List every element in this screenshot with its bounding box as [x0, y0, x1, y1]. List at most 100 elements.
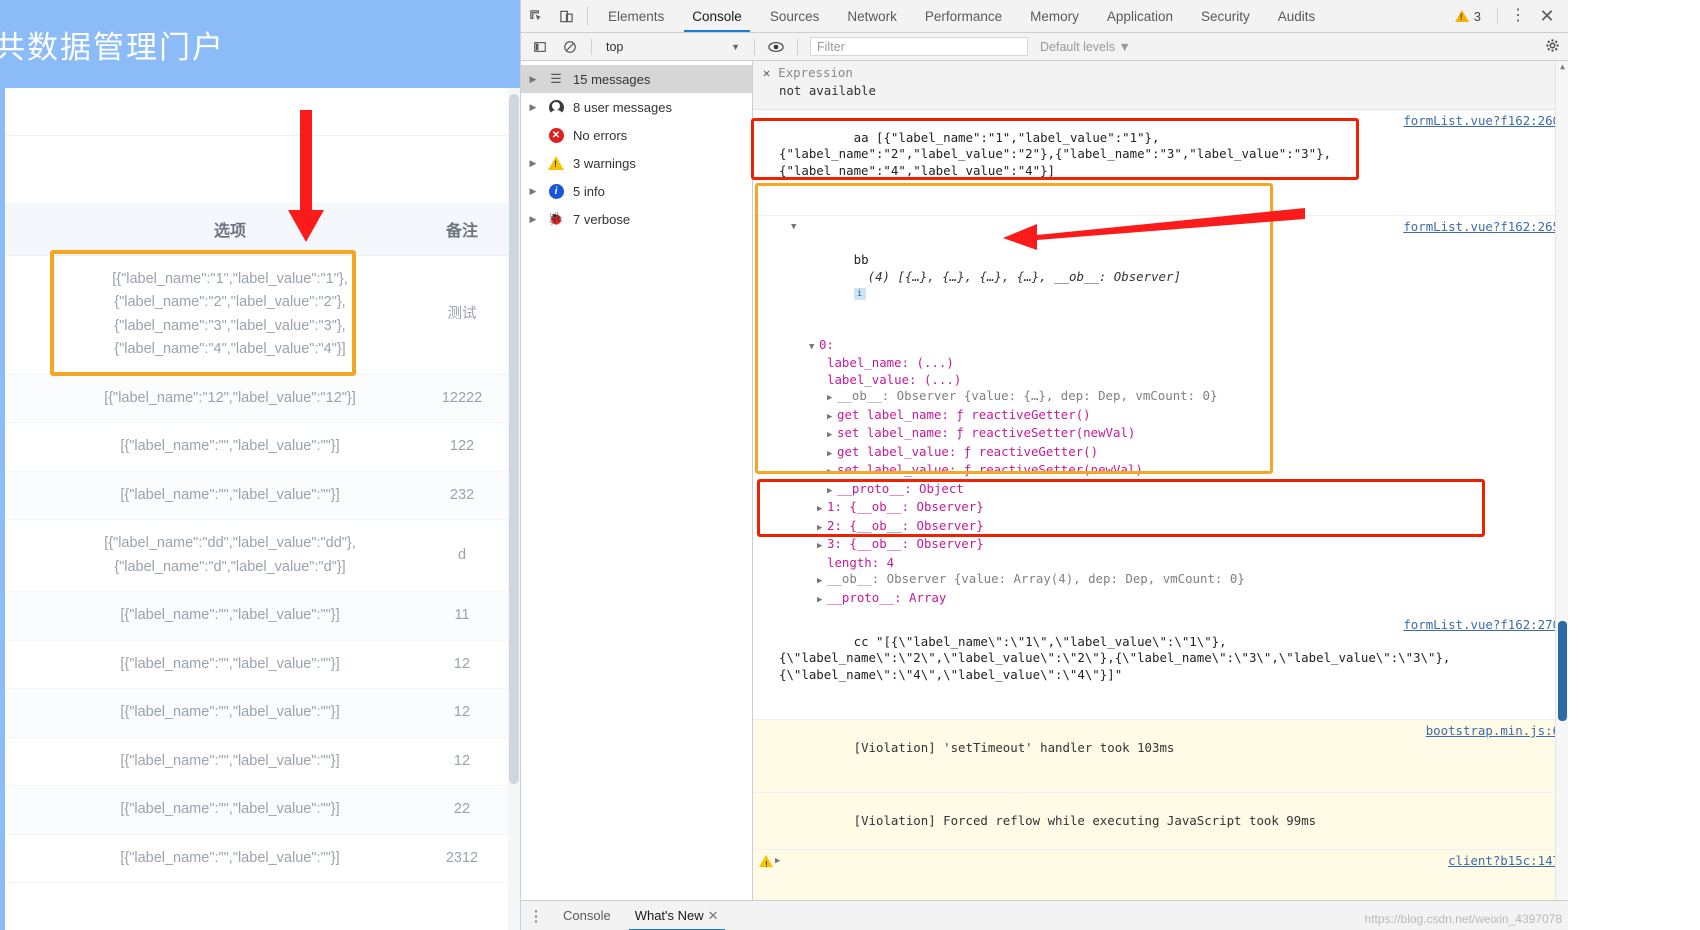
table-row[interactable]: [{"label_name":"","label_value":""}] 12 [0, 737, 520, 787]
sidebar-item-messages[interactable]: ▶ ☰ 15 messages [521, 65, 752, 93]
close-drawer-tab-icon[interactable]: ✕ [708, 908, 719, 924]
tab-network[interactable]: Network [833, 0, 911, 32]
console-log-bb[interactable]: ▼ bb (4) [{…}, {…}, {…}, {…}, __ob__: Ob… [753, 216, 1568, 335]
chevron-right-icon[interactable]: ▶ [527, 74, 539, 85]
table-row[interactable]: [{"label_name":"1","label_value":"1"}, {… [0, 255, 520, 375]
console-log-aa[interactable]: aa [{"label_name":"1","label_value":"1"}… [753, 110, 1568, 216]
tab-console[interactable]: Console [678, 0, 756, 32]
violation-source[interactable]: bootstrap.min.js:6 [1426, 723, 1560, 740]
page-scrollbar-thumb[interactable] [509, 94, 519, 784]
table-row[interactable]: [{"label_name":"","label_value":""}] 231… [0, 834, 520, 884]
object-tree-line[interactable]: ▶ __proto__: Array [779, 590, 1558, 609]
inspect-element-icon[interactable] [521, 0, 551, 32]
warning-count-badge[interactable]: 3 [1447, 9, 1489, 24]
expand-caret-icon[interactable]: ▶ [827, 409, 837, 426]
console-filter-input[interactable]: Filter [810, 37, 1028, 56]
live-expression-row[interactable]: ✕ Expression [753, 64, 1568, 83]
tab-sources[interactable]: Sources [756, 0, 834, 32]
expand-caret-icon[interactable]: ▶ [827, 446, 837, 463]
sidebar-item-user-messages[interactable]: ▶ 8 user messages [521, 93, 752, 121]
table-row[interactable]: [{"label_name":"","label_value":""}] 12 [0, 688, 520, 738]
object-tree-line[interactable]: ▶ __ob__: Observer {value: Array(4), dep:… [779, 571, 1558, 590]
more-tools-icon[interactable]: ⋮ [521, 907, 551, 925]
table-row[interactable]: [{"label_name":"","label_value":""}] 12 [0, 640, 520, 690]
page-vertical-scrollbar[interactable] [508, 88, 520, 930]
console-log-violation-reflow[interactable]: [Violation] Forced reflow while executin… [753, 793, 1568, 850]
expand-caret-icon[interactable]: ▶ [827, 483, 837, 500]
console-log-violation-settimeout[interactable]: [Violation] 'setTimeout' handler took 10… [753, 720, 1568, 793]
tab-performance[interactable]: Performance [911, 0, 1016, 32]
expand-caret-icon[interactable]: ▶ [827, 427, 837, 444]
info-badge-icon[interactable]: i [853, 287, 866, 300]
settings-gear-icon[interactable] [1545, 38, 1560, 56]
object-tree-line[interactable]: ▶ set label_name: ƒ reactiveSetter(newVal… [779, 425, 1558, 444]
object-tree-line[interactable]: ▶ set label_value: ƒ reactiveSetter(newVa… [779, 462, 1558, 481]
table-row[interactable]: [{"label_name":"","label_value":""}] 11 [0, 591, 520, 641]
console-log-bb-source[interactable]: formList.vue?f162:265 [1403, 219, 1560, 236]
expand-caret-icon[interactable]: ▶ [817, 592, 827, 609]
tab-elements[interactable]: Elements [594, 0, 678, 32]
execution-context-select[interactable]: top ▼ [598, 40, 748, 54]
expand-caret-icon[interactable]: ▶ [817, 501, 827, 518]
object-tree-line[interactable]: ▶ __ob__: Observer {value: {…}, dep: Dep,… [779, 388, 1558, 407]
table-row[interactable]: [{"label_name":"dd","label_value":"dd"},… [0, 519, 520, 593]
expand-caret-icon[interactable]: ▶ [817, 538, 827, 555]
sidebar-item-verbose[interactable]: ▶ 🐞 7 verbose [521, 205, 752, 233]
drawer-tab-whats-new[interactable]: What's New ✕ [623, 901, 731, 930]
live-expression-eye-icon[interactable] [761, 41, 791, 53]
object-tree-line[interactable]: ▶ get label_value: ƒ reactiveGetter() [779, 444, 1558, 463]
sidebar-item-errors[interactable]: ✕ No errors [521, 121, 752, 149]
console-vertical-scrollbar[interactable]: ▲ ▼ [1555, 61, 1568, 930]
expand-caret-icon[interactable]: ▶ [817, 573, 827, 590]
tab-application[interactable]: Application [1093, 0, 1187, 32]
more-options-icon[interactable]: ⋮ [1506, 8, 1530, 24]
table-row[interactable]: [{"label_name":"","label_value":""}] 22 [0, 785, 520, 835]
column-header-option[interactable]: 选项 [56, 203, 404, 256]
scroll-up-arrow-icon[interactable]: ▲ [1556, 61, 1568, 74]
column-header-remark[interactable]: 备注 [404, 203, 520, 256]
expand-caret-icon[interactable]: ▶ [827, 464, 837, 481]
object-tree-line[interactable]: ▶ 2: {__ob__: Observer} [779, 518, 1558, 537]
close-icon[interactable]: ✕ [763, 65, 770, 82]
expand-caret-icon[interactable]: ▶ [827, 390, 837, 407]
expand-caret-icon[interactable]: ▶ [775, 853, 780, 870]
row-index-cell [0, 374, 56, 424]
object-tree-line[interactable]: ▶ 1: {__ob__: Observer} [779, 499, 1558, 518]
console-log-area: ✕ Expression not available aa [{"label_n… [753, 61, 1568, 930]
drawer-tab-console[interactable]: Console [551, 901, 623, 930]
log-levels-dropdown[interactable]: Default levels ▼ [1040, 40, 1131, 54]
expand-caret-icon[interactable]: ▼ [791, 219, 801, 236]
warning-icon [546, 156, 566, 170]
chevron-right-icon[interactable]: ▶ [527, 214, 539, 225]
console-scrollbar-thumb[interactable] [1558, 621, 1567, 721]
row-index-cell [0, 471, 56, 521]
device-toolbar-icon[interactable] [551, 0, 581, 32]
chevron-right-icon[interactable]: ▶ [527, 158, 539, 169]
chevron-right-icon[interactable]: ▶ [527, 102, 539, 113]
sidebar-item-info[interactable]: ▶ i 5 info [521, 177, 752, 205]
object-tree-line[interactable]: ▼ 0: [779, 337, 1558, 356]
expand-caret-icon[interactable]: ▼ [809, 339, 819, 356]
wds-warning-source[interactable]: client?b15c:147 [1448, 853, 1560, 870]
console-log-cc[interactable]: cc "[{\"label_name\":\"1\",\"label_value… [753, 614, 1568, 720]
sidebar-item-warnings[interactable]: ▶ 3 warnings [521, 149, 752, 177]
table-row[interactable]: [{"label_name":"","label_value":""}] 122 [0, 422, 520, 472]
tab-security[interactable]: Security [1187, 0, 1264, 32]
page-toolbar-second [0, 136, 520, 203]
chevron-right-icon[interactable]: ▶ [527, 186, 539, 197]
console-log-aa-source[interactable]: formList.vue?f162:260 [1403, 113, 1560, 130]
tab-memory[interactable]: Memory [1016, 0, 1093, 32]
close-devtools-icon[interactable]: ✕ [1532, 6, 1562, 27]
console-sidebar-toggle-icon[interactable] [525, 40, 555, 54]
toolbar-divider [587, 6, 588, 26]
tab-audits[interactable]: Audits [1264, 0, 1330, 32]
clear-console-icon[interactable] [555, 40, 585, 54]
object-tree-line[interactable]: ▶ __proto__: Object [779, 481, 1558, 500]
table-row[interactable]: [{"label_name":"","label_value":""}] 232 [0, 471, 520, 521]
column-header-index[interactable] [0, 203, 56, 256]
console-log-cc-source[interactable]: formList.vue?f162:270 [1403, 617, 1560, 634]
table-row[interactable]: [{"label_name":"12","label_value":"12"}]… [0, 374, 520, 424]
object-tree-line[interactable]: ▶ 3: {__ob__: Observer} [779, 536, 1558, 555]
object-tree-line[interactable]: ▶ get label_name: ƒ reactiveGetter() [779, 407, 1558, 426]
expand-caret-icon[interactable]: ▶ [817, 520, 827, 537]
